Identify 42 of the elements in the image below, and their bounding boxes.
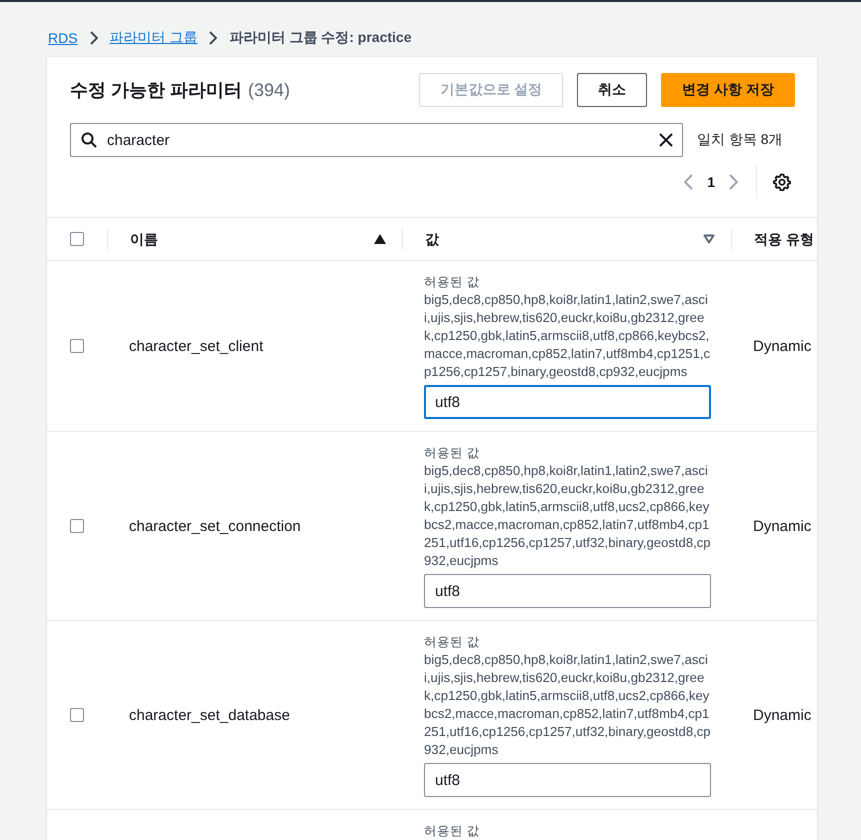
allowed-values-label: 허용된 값 xyxy=(424,634,480,651)
breadcrumb-current: 파라미터 그룹 수정: practice xyxy=(229,29,412,47)
sortable-icon[interactable] xyxy=(703,234,715,244)
allowed-values: big5,dec8,cp850,hp8,koi8r,latin1,latin2,swe7,ascii,ujis,sjis,hebrew,tis620,euckr,koi8u,gb2312,greek,cp1250,gbk,latin5,armscii8,utf8,ucs2,cp866,keybcs2,macce,macroman,cp852,latin7,utf8mb4,cp1251,utf16,cp1256,cp1257,utf32,binary,geostd8,cp932,eucjpms xyxy=(424,651,712,759)
parameter-name: character_set_database xyxy=(129,706,290,724)
save-button[interactable]: 변경 사항 저장 xyxy=(661,73,795,107)
allowed-values-label: 허용된 값 xyxy=(424,445,480,462)
parameter-name: character_set_connection xyxy=(129,518,301,534)
breadcrumb-link[interactable]: 파라미터 그룹 xyxy=(110,29,198,47)
allowed-values: big5,dec8,cp850,hp8,koi8r,latin1,latin2,swe7,ascii,ujis,sjis,hebrew,tis620,euckr,koi8u,gb2312,greek,cp1250,gbk,latin5,armscii8,utf8,cp866,keybcs2,macce,macroman,cp852,latin7,utf8mb4,cp1251,cp1256,cp1257,binary,geostd8,cp932,eucjpms xyxy=(424,291,712,381)
match-count: 일치 항목 8개 xyxy=(697,131,783,149)
value-field[interactable]: utf8 xyxy=(424,763,711,797)
allowed-values-label: 허용된 값 xyxy=(424,274,480,291)
panel-title: 수정 가능한 파라미터 (394) xyxy=(70,79,292,102)
apply-type: Dynamic xyxy=(753,518,812,534)
row-checkbox[interactable] xyxy=(70,519,84,533)
close-icon[interactable] xyxy=(658,132,674,148)
column-header[interactable]: 이름 xyxy=(130,231,158,247)
parameter-name: character_set_client xyxy=(129,338,264,354)
row-checkbox[interactable] xyxy=(70,708,84,722)
allowed-values-label: 허용된 값 xyxy=(424,823,480,840)
apply-type: Dynamic xyxy=(753,338,812,354)
search-icon xyxy=(81,132,97,148)
breadcrumb-link[interactable]: RDS xyxy=(48,30,78,46)
previous-page-icon[interactable] xyxy=(684,174,694,190)
apply-type: Dynamic xyxy=(753,706,812,724)
row-checkbox[interactable] xyxy=(70,339,84,353)
value-field[interactable]: utf8 xyxy=(424,574,711,608)
select-all-checkbox[interactable] xyxy=(70,232,84,246)
sort-ascending-icon[interactable] xyxy=(374,234,386,244)
parameter-count: (394) xyxy=(248,80,290,100)
chevron-right-icon xyxy=(90,31,98,45)
column-header[interactable]: 값 xyxy=(425,231,439,247)
settings-icon[interactable] xyxy=(773,173,791,191)
chevron-right-icon xyxy=(209,31,218,45)
allowed-values: big5,dec8,cp850,hp8,koi8r,latin1,latin2,swe7,ascii,ujis,sjis,hebrew,tis620,euckr,koi8u,gb2312,greek,cp1250,gbk,latin5,armscii8,utf8,ucs2,cp866,keybcs2,macce,macroman,cp852,latin7,utf8mb4,cp1251,utf16,cp1256,cp1257,utf32,binary,geostd8,cp932,eucjpms xyxy=(424,462,712,570)
page-number[interactable]: 1 xyxy=(707,174,715,190)
next-page-icon[interactable] xyxy=(729,174,738,190)
column-header[interactable]: 적용 유형 xyxy=(754,231,814,247)
search-field[interactable]: character xyxy=(70,123,683,157)
action-button[interactable]: 취소 xyxy=(577,73,648,107)
value-field[interactable]: utf8 xyxy=(424,385,711,419)
